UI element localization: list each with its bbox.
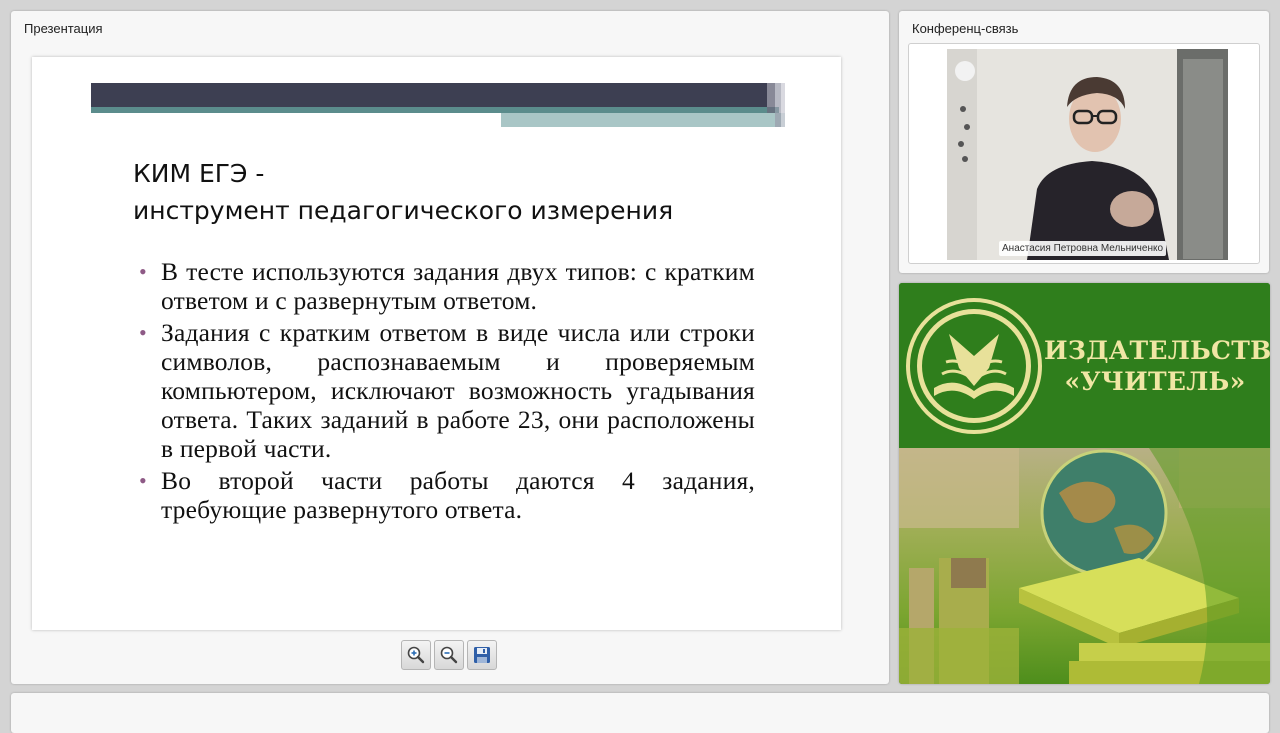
speaker-name-tag: Анастасия Петровна Мельниченко	[999, 241, 1167, 256]
zoom-in-icon	[407, 646, 425, 664]
video-frame: Анастасия Петровна Мельниченко	[908, 43, 1260, 264]
bullet-icon: •	[139, 468, 147, 493]
publisher-name: ИЗДАТЕЛЬСТВО «УЧИТЕЛЬ»	[1044, 335, 1270, 397]
save-button[interactable]	[467, 640, 497, 670]
slide-bullet-text: Задания с кратким ответом в виде числа и…	[161, 318, 755, 463]
slide-bullet: • Задания с кратким ответом в виде числа…	[135, 318, 755, 463]
publisher-logo-icon	[906, 298, 1042, 434]
slide-bullet-list: • В тесте используются задания двух типо…	[135, 257, 755, 527]
zoom-out-button[interactable]	[434, 640, 464, 670]
bullet-icon: •	[139, 320, 147, 345]
slide-bullet: • Во второй части работы даются 4 задани…	[135, 466, 755, 524]
zoom-out-icon	[440, 646, 458, 664]
publisher-name-line1: ИЗДАТЕЛЬСТВО	[1044, 336, 1270, 365]
books-globe-illustration	[899, 448, 1270, 684]
slide-title-line1: КИМ ЕГЭ -	[133, 159, 265, 188]
bullet-icon: •	[139, 259, 147, 284]
presentation-panel-title: Презентация	[24, 21, 103, 36]
publisher-name-line2: «УЧИТЕЛЬ»	[1064, 367, 1246, 396]
slide-title: КИМ ЕГЭ - инструмент педагогического изм…	[133, 155, 773, 229]
conference-panel-title: Конференц-связь	[912, 21, 1019, 36]
publisher-header: ИЗДАТЕЛЬСТВО «УЧИТЕЛЬ»	[899, 283, 1270, 448]
publisher-banner: ИЗДАТЕЛЬСТВО «УЧИТЕЛЬ»	[899, 283, 1270, 684]
bottom-panel	[11, 693, 1269, 733]
speaker-video[interactable]: Анастасия Петровна Мельниченко	[947, 49, 1228, 260]
slide-bullet: • В тесте используются задания двух типо…	[135, 257, 755, 315]
presentation-slide: КИМ ЕГЭ - инструмент педагогического изм…	[32, 57, 841, 630]
presentation-panel: Презентация КИМ ЕГЭ - инструмент педагог…	[11, 11, 889, 684]
slide-bullet-text: Во второй части работы даются 4 задания,…	[161, 466, 755, 524]
speaker-video-image	[947, 49, 1228, 260]
zoom-in-button[interactable]	[401, 640, 431, 670]
publisher-image	[899, 448, 1270, 684]
slide-header-band	[91, 83, 785, 131]
slide-title-line2: инструмент педагогического измерения	[133, 196, 674, 225]
conference-panel: Конференц-связь Анастасия Петровна Мельн…	[899, 11, 1269, 273]
save-icon	[474, 647, 490, 663]
slide-bullet-text: В тесте используются задания двух типов:…	[161, 257, 755, 315]
